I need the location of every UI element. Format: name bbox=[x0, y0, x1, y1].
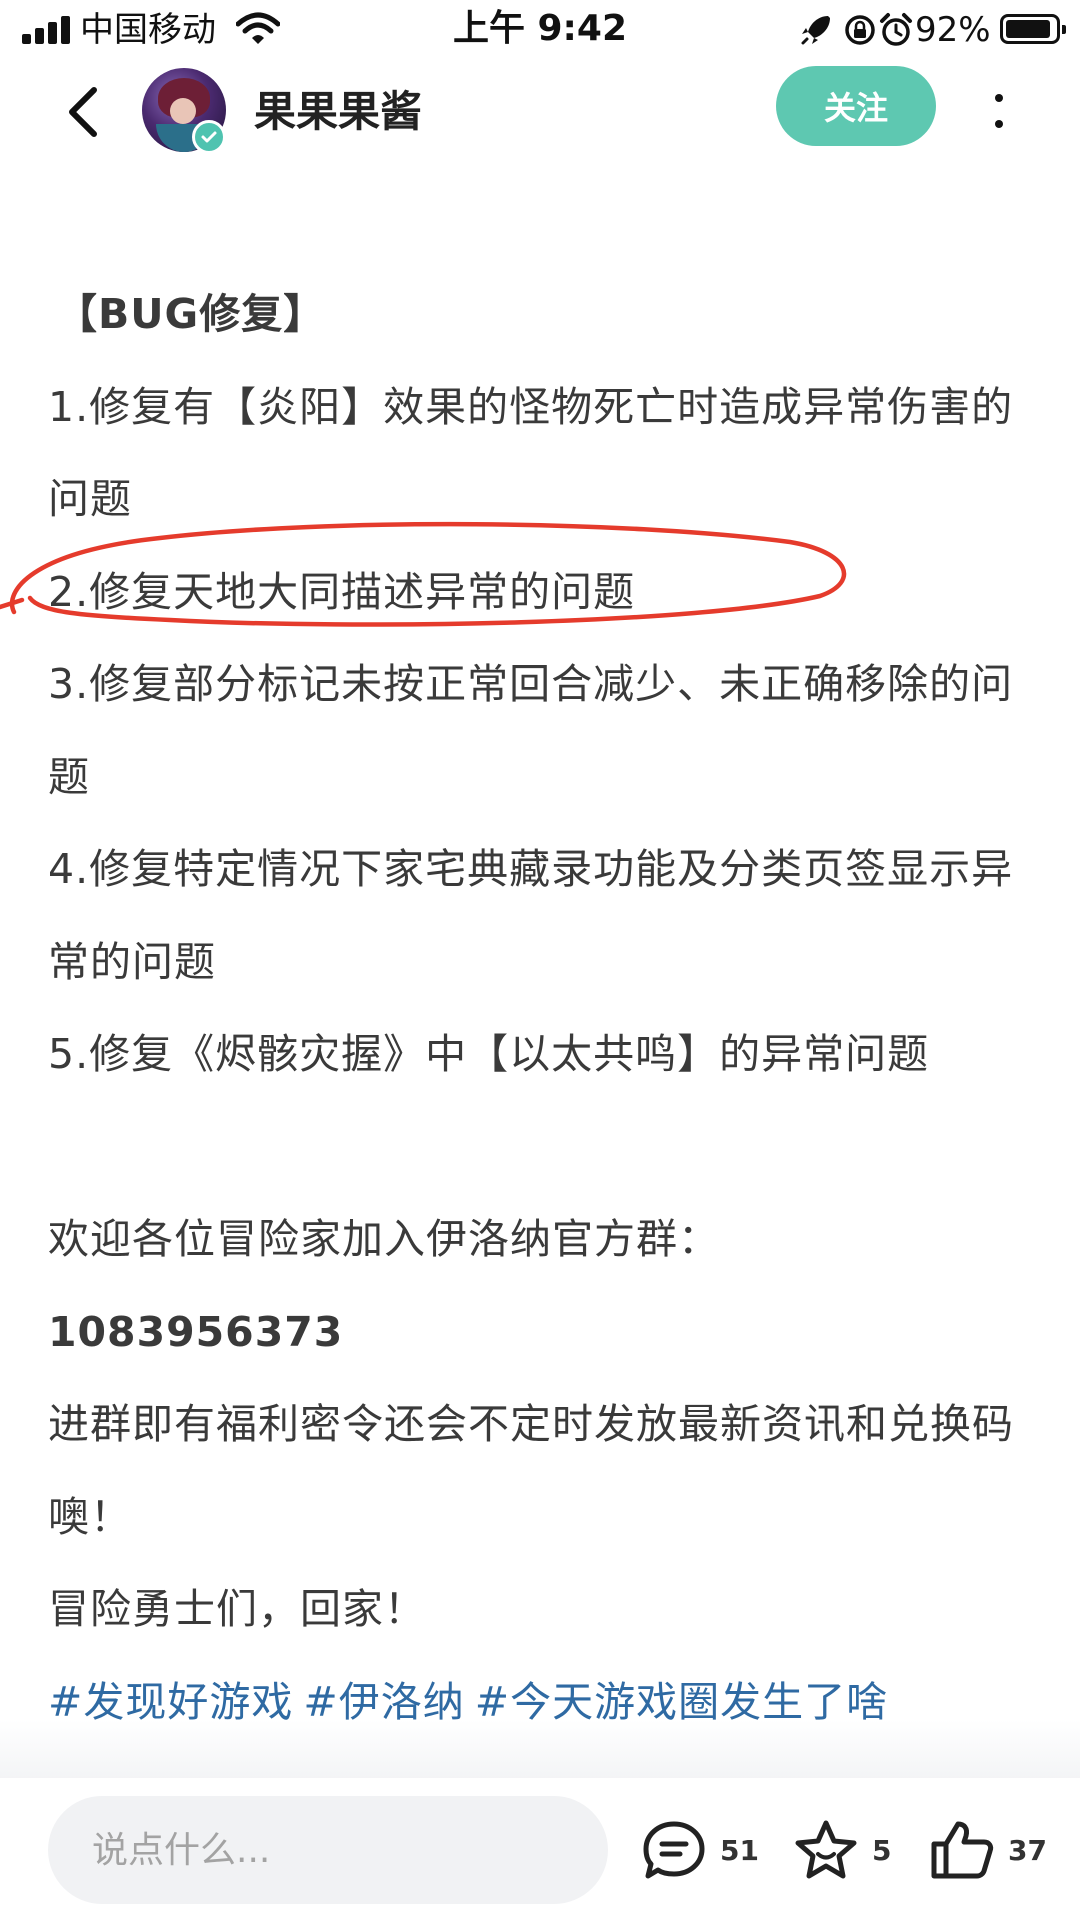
comment-input[interactable] bbox=[48, 1796, 608, 1904]
bottom-action-bar: 51 5 37 bbox=[0, 1778, 1080, 1921]
like-button[interactable]: 37 bbox=[928, 1818, 1047, 1882]
hashtag-today-gaming[interactable]: #今天游戏圈发生了啥 bbox=[475, 1678, 888, 1726]
hashtag-elona[interactable]: #伊洛纳 bbox=[303, 1678, 464, 1726]
more-options-icon[interactable] bbox=[982, 80, 1016, 140]
comment-icon bbox=[643, 1821, 705, 1879]
status-bar: 中国移动 上午 9:42 92% bbox=[0, 0, 1080, 62]
battery-percentage: 92% bbox=[915, 10, 991, 50]
fix-item-1: 1.修复有【炎阳】效果的怪物死亡时造成异常伤害的问题 bbox=[48, 382, 1014, 524]
verified-badge-icon bbox=[192, 120, 226, 154]
back-icon[interactable] bbox=[58, 82, 108, 142]
like-count: 37 bbox=[1008, 1833, 1047, 1867]
fix-item-5: 5.修复《烬骸灾握》中【以太共鸣】的异常问题 bbox=[48, 1030, 930, 1078]
rotation-lock-icon bbox=[845, 15, 875, 45]
post-header: 果果果酱 关注 bbox=[0, 62, 1080, 162]
post-detail-page: 中国移动 上午 9:42 92% 果果果酱 关注 【BUG修复】 1.修复有【炎… bbox=[0, 0, 1080, 1921]
fix-item-4: 4.修复特定情况下家宅典藏录功能及分类页签显示异常的问题 bbox=[48, 845, 1014, 986]
benefit-text: 进群即有福利密令还会不定时发放最新资讯和兑换码噢！ bbox=[48, 1400, 1014, 1541]
hashtag-discover-games[interactable]: #发现好游戏 bbox=[48, 1678, 293, 1726]
bottom-fade bbox=[0, 1720, 1080, 1780]
alarm-icon bbox=[880, 13, 912, 46]
rocket-icon bbox=[801, 16, 830, 45]
fix-item-2: 2.修复天地大同描述异常的问题 bbox=[48, 567, 636, 616]
battery-icon bbox=[1000, 14, 1066, 44]
post-body: 【BUG修复】 1.修复有【炎阳】效果的怪物死亡时造成异常伤害的问题 2.修复天… bbox=[48, 268, 1048, 1748]
follow-button[interactable]: 关注 bbox=[776, 66, 936, 146]
closing-text: 冒险勇士们，回家！ bbox=[48, 1585, 426, 1633]
star-icon bbox=[795, 1820, 857, 1879]
group-number: 1083956373 bbox=[48, 1307, 344, 1356]
section-heading: 【BUG修复】 bbox=[56, 290, 326, 338]
comment-count: 51 bbox=[720, 1833, 759, 1867]
favorite-count: 5 bbox=[872, 1833, 892, 1867]
favorite-button[interactable]: 5 bbox=[792, 1818, 891, 1882]
comment-button[interactable]: 51 bbox=[640, 1818, 759, 1882]
welcome-text: 欢迎各位冒险家加入伊洛纳官方群： bbox=[48, 1215, 720, 1263]
thumbs-up-icon bbox=[931, 1821, 994, 1879]
username[interactable]: 果果果酱 bbox=[254, 82, 422, 142]
fix-item-3: 3.修复部分标记未按正常回合减少、未正确移除的问题 bbox=[48, 660, 1014, 801]
